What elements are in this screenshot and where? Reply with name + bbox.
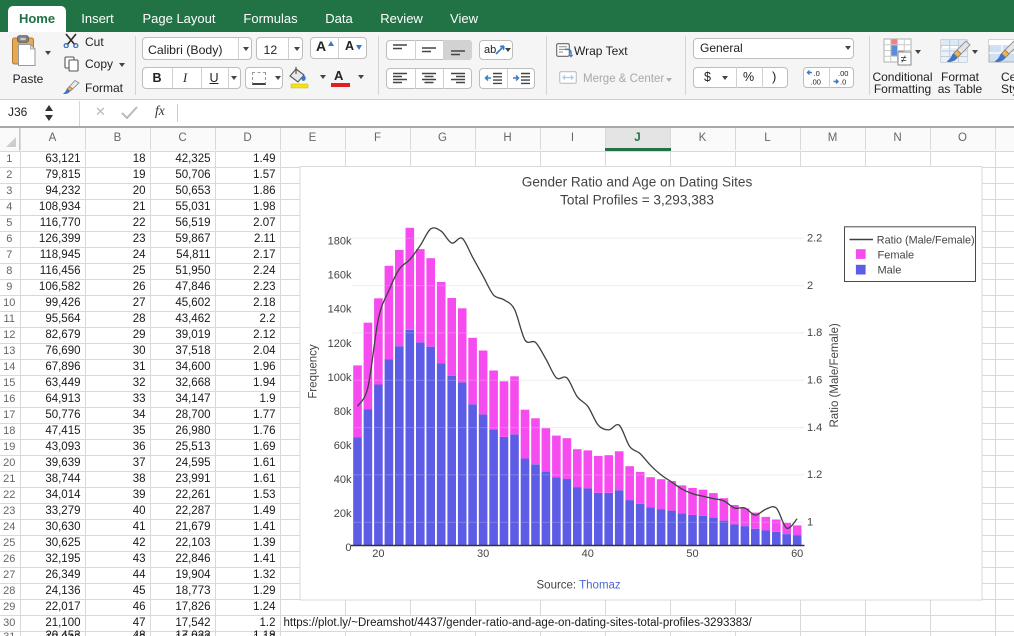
svg-text:30: 30	[477, 548, 489, 560]
svg-text:140k: 140k	[328, 304, 352, 316]
svg-text:160k: 160k	[328, 270, 352, 282]
svg-text:1.8: 1.8	[807, 327, 822, 339]
svg-text:Gender Ratio and Age on Dating: Gender Ratio and Age on Dating Sites	[522, 175, 753, 190]
svg-text:180k: 180k	[328, 236, 352, 248]
svg-text:2: 2	[807, 280, 813, 292]
svg-text:40k: 40k	[334, 474, 352, 486]
svg-text:20: 20	[372, 548, 384, 560]
svg-text:2.2: 2.2	[807, 233, 822, 245]
svg-text:1.2: 1.2	[807, 469, 822, 481]
svg-text:20k: 20k	[334, 508, 352, 520]
svg-text:40: 40	[582, 548, 594, 560]
svg-text:1.4: 1.4	[807, 422, 822, 434]
svg-text:80k: 80k	[334, 406, 352, 418]
svg-text:100k: 100k	[328, 372, 352, 384]
svg-text:0: 0	[345, 542, 351, 554]
svg-text:1: 1	[807, 517, 813, 529]
svg-text:Male: Male	[878, 265, 902, 277]
svg-text:Total Profiles = 3,293,383: Total Profiles = 3,293,383	[560, 193, 714, 208]
svg-text:120k: 120k	[328, 338, 352, 350]
svg-text:1.6: 1.6	[807, 375, 822, 387]
svg-text:50: 50	[686, 548, 698, 560]
svg-text:60: 60	[791, 548, 803, 560]
svg-text:60k: 60k	[334, 440, 352, 452]
svg-text:Source: Thomaz: Source: Thomaz	[537, 580, 621, 592]
svg-text:Frequency: Frequency	[308, 344, 320, 399]
svg-text:Ratio (Male/Female): Ratio (Male/Female)	[877, 234, 975, 246]
svg-text:Female: Female	[878, 249, 915, 261]
svg-text:Ratio (Male/Female): Ratio (Male/Female)	[829, 323, 841, 427]
